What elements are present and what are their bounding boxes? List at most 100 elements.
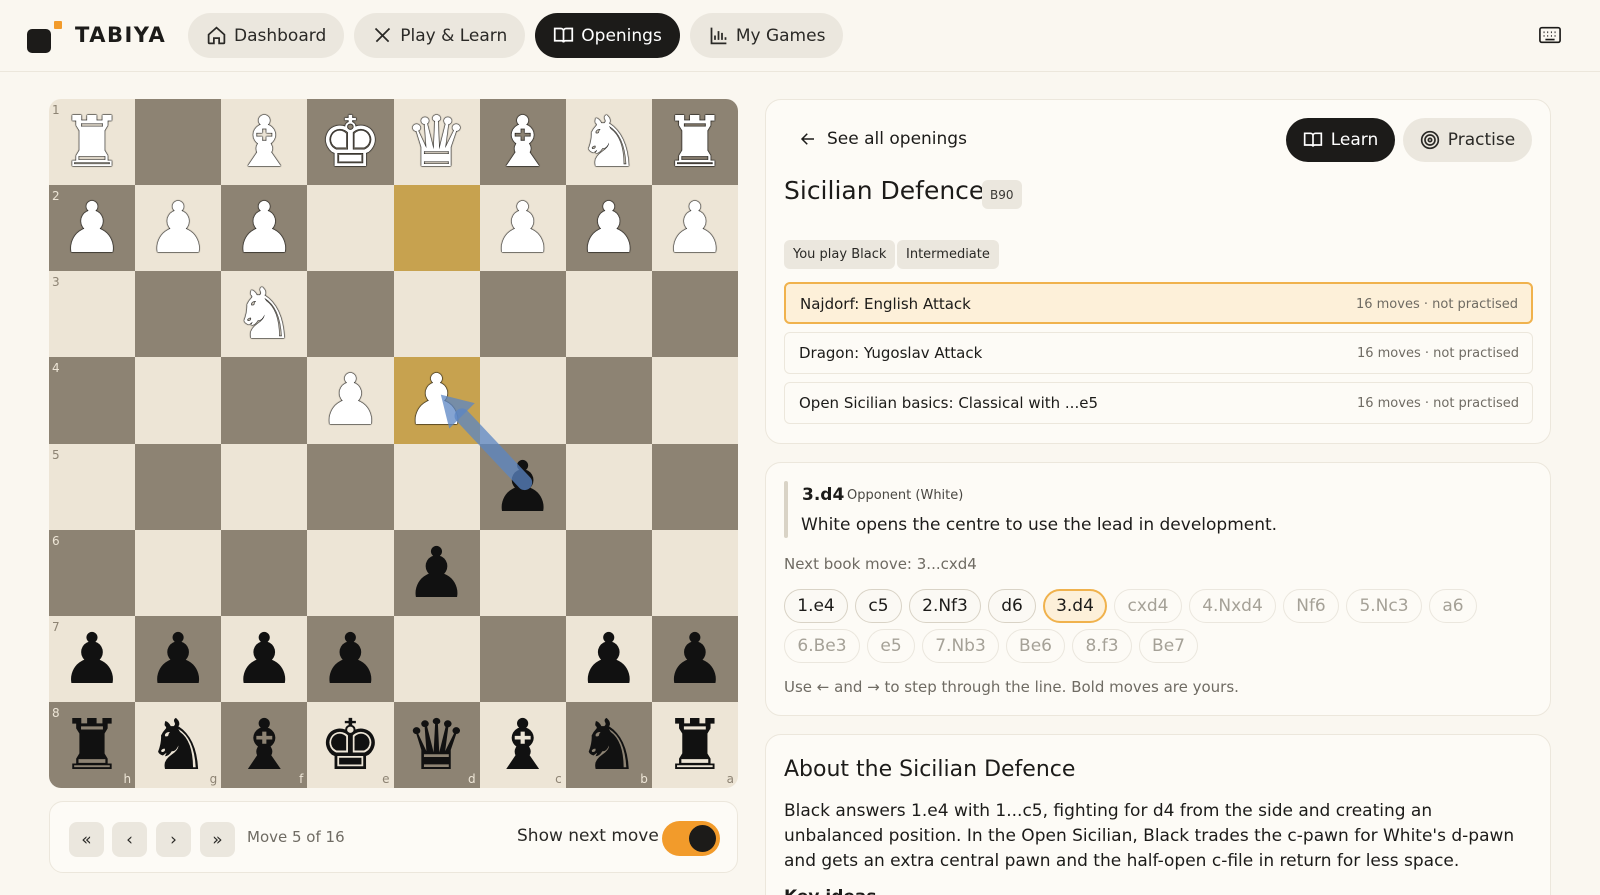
white-pawn[interactable]: ♟ [664, 193, 727, 263]
square-e6[interactable] [307, 529, 394, 616]
practise-button[interactable]: Practise [1403, 118, 1532, 162]
black-knight[interactable]: ♞ [577, 710, 640, 780]
square-h2[interactable]: 2 ♟ [49, 185, 136, 272]
square-e5[interactable] [307, 443, 394, 530]
square-b5[interactable] [565, 443, 652, 530]
square-f2[interactable]: ♟ [221, 185, 308, 272]
square-g1[interactable] [135, 99, 222, 186]
square-d4[interactable]: ♟ [393, 357, 480, 444]
square-a7[interactable]: ♟ [651, 615, 738, 702]
move-chip[interactable]: a6 [1429, 589, 1477, 623]
last-move-button[interactable]: » [200, 822, 235, 857]
square-c4[interactable] [479, 357, 566, 444]
white-queen[interactable]: ♛ [405, 107, 468, 177]
square-b1[interactable]: ♞ [565, 99, 652, 186]
nav-my-games[interactable]: My Games [689, 13, 844, 58]
square-h6[interactable]: 6 [49, 529, 136, 616]
square-g3[interactable] [135, 271, 222, 358]
square-c2[interactable]: ♟ [479, 185, 566, 272]
move-chip[interactable]: 8.f3 [1072, 629, 1132, 663]
square-f6[interactable] [221, 529, 308, 616]
square-c1[interactable]: ♝ [479, 99, 566, 186]
square-h5[interactable]: 5 [49, 443, 136, 530]
square-b7[interactable]: ♟ [565, 615, 652, 702]
square-a8[interactable]: a ♜ [651, 701, 738, 788]
square-a3[interactable] [651, 271, 738, 358]
nav-dashboard[interactable]: Dashboard [188, 13, 345, 58]
next-move-button[interactable]: › [156, 822, 191, 857]
move-chip[interactable]: 1.e4 [784, 589, 848, 623]
black-knight[interactable]: ♞ [147, 710, 210, 780]
white-pawn[interactable]: ♟ [61, 193, 124, 263]
square-h4[interactable]: 4 [49, 357, 136, 444]
move-chip[interactable]: 2.Nf3 [909, 589, 981, 623]
white-rook[interactable]: ♜ [664, 107, 727, 177]
line-item-najdorf[interactable]: Najdorf: English Attack 16 moves · not p… [784, 282, 1533, 324]
square-h8[interactable]: 8 h ♜ [49, 701, 136, 788]
square-c6[interactable] [479, 529, 566, 616]
square-f8[interactable]: f ♝ [221, 701, 308, 788]
square-g2[interactable]: ♟ [135, 185, 222, 272]
black-pawn[interactable]: ♟ [61, 624, 124, 694]
square-c3[interactable] [479, 271, 566, 358]
white-pawn[interactable]: ♟ [147, 193, 210, 263]
app-logo[interactable]: TABIYA [27, 21, 177, 53]
black-pawn[interactable]: ♟ [577, 624, 640, 694]
black-pawn[interactable]: ♟ [405, 538, 468, 608]
square-f4[interactable] [221, 357, 308, 444]
white-pawn[interactable]: ♟ [491, 193, 554, 263]
black-pawn[interactable]: ♟ [233, 624, 296, 694]
square-d8[interactable]: d ♛ [393, 701, 480, 788]
square-f5[interactable] [221, 443, 308, 530]
square-e1[interactable]: ♚ [307, 99, 394, 186]
white-pawn[interactable]: ♟ [233, 193, 296, 263]
square-a4[interactable] [651, 357, 738, 444]
move-chip[interactable]: 7.Nb3 [922, 629, 999, 663]
square-h1[interactable]: 1 ♜ [49, 99, 136, 186]
square-d3[interactable] [393, 271, 480, 358]
square-b4[interactable] [565, 357, 652, 444]
show-next-toggle[interactable] [662, 821, 720, 856]
white-king[interactable]: ♚ [319, 107, 382, 177]
nav-play-learn[interactable]: Play & Learn [354, 13, 526, 58]
square-g6[interactable] [135, 529, 222, 616]
white-bishop[interactable]: ♝ [233, 107, 296, 177]
black-bishop[interactable]: ♝ [491, 710, 554, 780]
square-d7[interactable] [393, 615, 480, 702]
square-f3[interactable]: ♞ [221, 271, 308, 358]
square-d1[interactable]: ♛ [393, 99, 480, 186]
square-d2[interactable] [393, 185, 480, 272]
square-f1[interactable]: ♝ [221, 99, 308, 186]
square-h7[interactable]: 7 ♟ [49, 615, 136, 702]
first-move-button[interactable]: « [69, 822, 104, 857]
black-rook[interactable]: ♜ [61, 710, 124, 780]
chess-board[interactable]: 1 ♜ ♝ ♚ ♛ ♝ ♞ ♜ 2 ♟ ♟ ♟ ♟ ♟ ♟ 3 ♞ 4 ♟ ♟ 5 ♟ 6 ♟ 7 ♟ ♟ ♟ ♟ ♟ ♟ 8 h ♜ g ♞ f ♝ e ♚… [49, 99, 738, 788]
white-knight[interactable]: ♞ [233, 279, 296, 349]
white-pawn[interactable]: ♟ [405, 365, 468, 435]
move-chip[interactable]: Be6 [1006, 629, 1065, 663]
square-b3[interactable] [565, 271, 652, 358]
move-chip[interactable]: Nf6 [1283, 589, 1339, 623]
white-pawn[interactable]: ♟ [577, 193, 640, 263]
square-e4[interactable]: ♟ [307, 357, 394, 444]
move-chip[interactable]: d6 [988, 589, 1036, 623]
square-e8[interactable]: e ♚ [307, 701, 394, 788]
square-b2[interactable]: ♟ [565, 185, 652, 272]
square-d6[interactable]: ♟ [393, 529, 480, 616]
square-b6[interactable] [565, 529, 652, 616]
move-chip[interactable]: e5 [867, 629, 915, 663]
square-f7[interactable]: ♟ [221, 615, 308, 702]
prev-move-button[interactable]: ‹ [112, 822, 147, 857]
square-e2[interactable] [307, 185, 394, 272]
black-pawn[interactable]: ♟ [319, 624, 382, 694]
square-b8[interactable]: b ♞ [565, 701, 652, 788]
black-queen[interactable]: ♛ [405, 710, 468, 780]
move-chip[interactable]: cxd4 [1114, 589, 1182, 623]
black-rook[interactable]: ♜ [664, 710, 727, 780]
black-pawn[interactable]: ♟ [147, 624, 210, 694]
see-all-openings-link[interactable]: See all openings [799, 129, 967, 149]
white-bishop[interactable]: ♝ [491, 107, 554, 177]
move-chip[interactable]: c5 [855, 589, 902, 623]
square-e7[interactable]: ♟ [307, 615, 394, 702]
square-c5[interactable]: ♟ [479, 443, 566, 530]
